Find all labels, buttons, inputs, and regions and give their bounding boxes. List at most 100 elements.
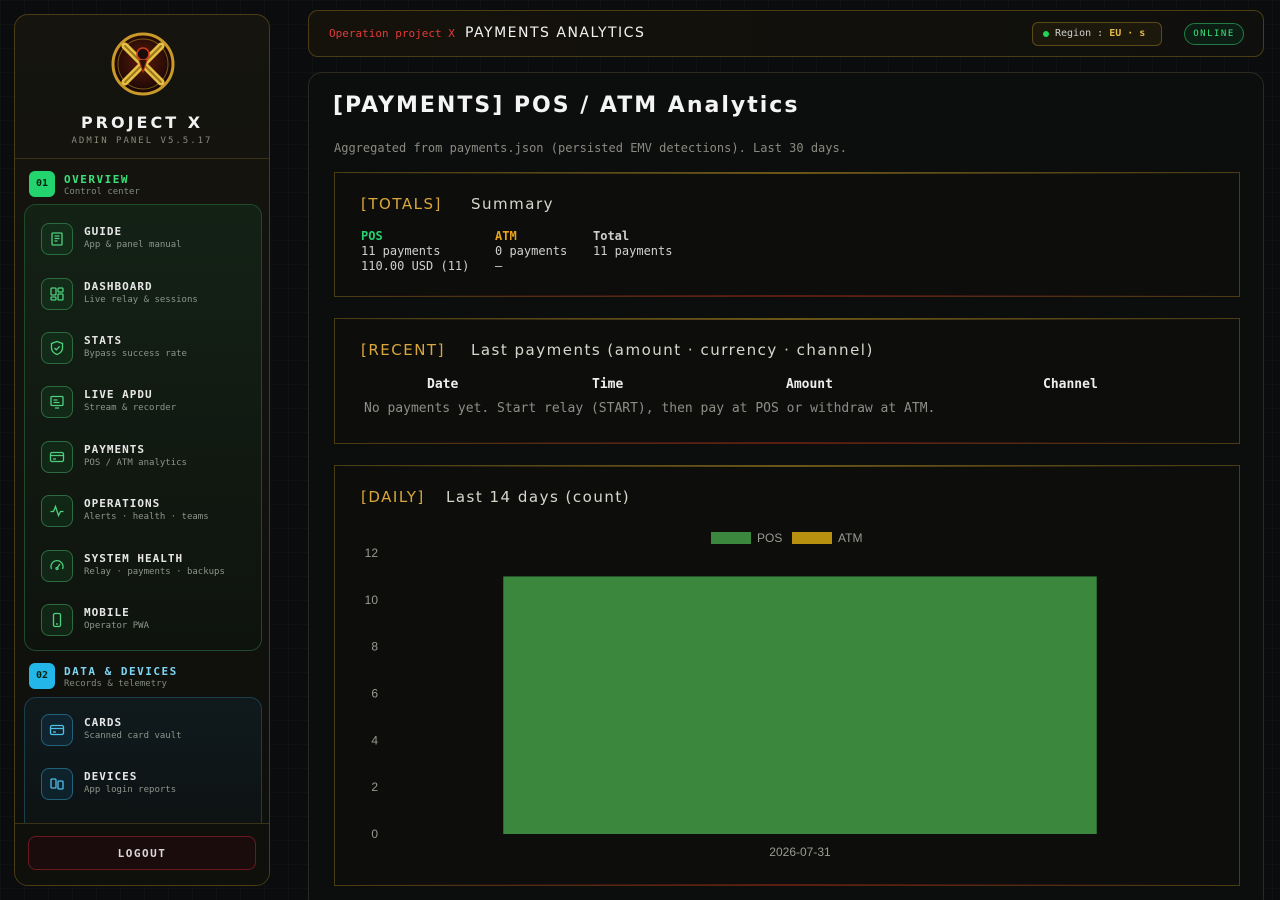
section-title: OVERVIEW (64, 173, 129, 186)
sidebar-item-dashboard[interactable]: DASHBOARD Live relay & sessions (41, 275, 251, 315)
stat-total: Total 11 payments (593, 229, 672, 259)
devices-icon (41, 768, 73, 800)
sidebar-item-label: STATS (84, 334, 123, 347)
y-tick-label: 6 (371, 687, 378, 701)
sidebar-item-label: DASHBOARD (84, 280, 153, 293)
y-tick-label: 12 (365, 546, 379, 560)
brand-block: PROJECT X ADMIN PANEL V5.5.17 (15, 15, 269, 159)
breadcrumb-operation: Operation project X (329, 27, 455, 40)
book-icon (41, 223, 73, 255)
sidebar-footer: LOGOUT (15, 823, 269, 885)
sidebar-item-system-health[interactable]: SYSTEM HEALTH Relay · payments · backups (41, 547, 251, 587)
stat-pos: POS 11 payments 110.00 USD (11) (361, 229, 469, 274)
card-tag: [RECENT] (361, 341, 445, 359)
sidebar-item-sublabel: POS / ATM analytics (84, 458, 187, 468)
sidebar-item-label: GUIDE (84, 225, 123, 238)
sidebar-item-sublabel: App & panel manual (84, 240, 182, 250)
brand-title: PROJECT X (80, 113, 204, 132)
sidebar-item-sublabel: Operator PWA (84, 621, 150, 631)
column-header-amount: Amount (786, 377, 833, 392)
recent-card: [RECENT] Last payments (amount · currenc… (334, 318, 1240, 444)
brand-subtitle: ADMIN PANEL V5.5.17 (71, 136, 213, 146)
shield-check-icon (41, 332, 73, 364)
stat-label: ATM (495, 229, 517, 243)
sidebar-item-label: PAYMENTS (84, 443, 145, 456)
pulse-icon (41, 495, 73, 527)
dashboard-icon (41, 278, 73, 310)
status-dot-icon (1043, 31, 1049, 37)
sidebar-item-sublabel: Stream & recorder (84, 403, 177, 413)
card-heading: Last payments (amount · currency · chann… (471, 341, 874, 359)
card-tag: [TOTALS] (361, 195, 442, 213)
section-subtitle: Control center (64, 187, 140, 197)
sidebar-item-sublabel: Live relay & sessions (84, 295, 198, 305)
section-subtitle: Records & telemetry (64, 679, 167, 689)
nav-group-overview: GUIDE App & panel manual DASHBOARD Live … (24, 204, 262, 651)
sidebar-item-mobile[interactable]: MOBILE Operator PWA (41, 601, 251, 641)
y-tick-label: 10 (365, 593, 379, 607)
x-tick-label: 2026-07-31 (769, 845, 831, 859)
region-selector[interactable]: Region : EU · s (1032, 22, 1162, 46)
sidebar-item-label: DEVICES (84, 770, 138, 783)
y-tick-label: 0 (371, 827, 378, 841)
gauge-icon (41, 550, 73, 582)
sidebar-item-label: MOBILE (84, 606, 130, 619)
stat-count: 11 payments (361, 244, 441, 258)
stat-atm: ATM 0 payments – (495, 229, 567, 274)
page-title: [PAYMENTS] POS / ATM Analytics (333, 93, 800, 118)
totals-card: [TOTALS] Summary POS 11 payments 110.00 … (334, 172, 1240, 297)
breadcrumb-page: PAYMENTS ANALYTICS (465, 25, 646, 41)
page-description: Aggregated from payments.json (persisted… (334, 141, 847, 155)
sidebar-item-sublabel: Scanned card vault (84, 731, 182, 741)
sidebar-item-sublabel: Relay · payments · backups (84, 567, 225, 577)
project-x-logo-icon (111, 32, 175, 96)
stat-amount: – (495, 259, 503, 273)
legend-label: ATM (838, 531, 862, 545)
sidebar: PROJECT X ADMIN PANEL V5.5.17 01 OVERVIE… (14, 14, 270, 886)
bar-pos (503, 576, 1097, 834)
main-content: [PAYMENTS] POS / ATM Analytics Aggregate… (308, 72, 1264, 900)
empty-state-message: No payments yet. Start relay (START), th… (364, 401, 936, 416)
sidebar-item-payments[interactable]: PAYMENTS POS / ATM analytics (41, 438, 251, 478)
card-heading: Summary (471, 195, 554, 213)
daily-card: [DAILY] Last 14 days (count) 0 2 4 6 8 10 12 PO… (334, 465, 1240, 886)
column-header-time: Time (592, 377, 624, 392)
status-badge: ONLINE (1184, 23, 1244, 45)
sidebar-item-live-apdu[interactable]: LIVE APDU Stream & recorder (41, 383, 251, 423)
y-tick-label: 8 (371, 640, 378, 654)
y-tick-label: 4 (371, 733, 378, 747)
column-header-date: Date (427, 377, 459, 392)
stat-label: Total (593, 229, 630, 243)
legend-swatch (792, 532, 832, 544)
phone-icon (41, 604, 73, 636)
sidebar-item-cards[interactable]: CARDS Scanned card vault (41, 711, 251, 751)
section-title: DATA & DEVICES (64, 665, 178, 678)
legend-label: POS (757, 531, 782, 545)
region-value: EU · s (1109, 28, 1146, 39)
stat-count: 0 payments (495, 244, 568, 258)
sidebar-item-label: LIVE APDU (84, 388, 153, 401)
column-header-channel: Channel (1043, 377, 1098, 392)
sidebar-item-sublabel: Bypass success rate (84, 349, 187, 359)
card-icon (41, 714, 73, 746)
monitor-icon (41, 386, 73, 418)
section-number: 01 (29, 171, 55, 197)
topbar: Operation project X PAYMENTS ANALYTICS R… (308, 10, 1264, 57)
sidebar-item-label: CARDS (84, 716, 123, 729)
stat-amount: 110.00 USD (11) (361, 259, 470, 273)
logout-button[interactable]: LOGOUT (28, 836, 256, 870)
sidebar-item-sublabel: Alerts · health · teams (84, 512, 209, 522)
sidebar-item-devices[interactable]: DEVICES App login reports (41, 765, 251, 805)
sidebar-item-operations[interactable]: OPERATIONS Alerts · health · teams (41, 492, 251, 532)
credit-card-icon (41, 441, 73, 473)
stat-label: POS (361, 229, 383, 243)
sidebar-item-label: SYSTEM HEALTH (84, 552, 184, 565)
section-number: 02 (29, 663, 55, 689)
sidebar-item-label: OPERATIONS (84, 497, 161, 510)
region-label: Region : (1055, 28, 1104, 39)
stat-count: 11 payments (593, 244, 673, 258)
sidebar-item-guide[interactable]: GUIDE App & panel manual (41, 220, 251, 260)
y-tick-label: 2 (371, 780, 378, 794)
sidebar-item-sublabel: App login reports (84, 785, 177, 795)
sidebar-item-stats[interactable]: STATS Bypass success rate (41, 329, 251, 369)
